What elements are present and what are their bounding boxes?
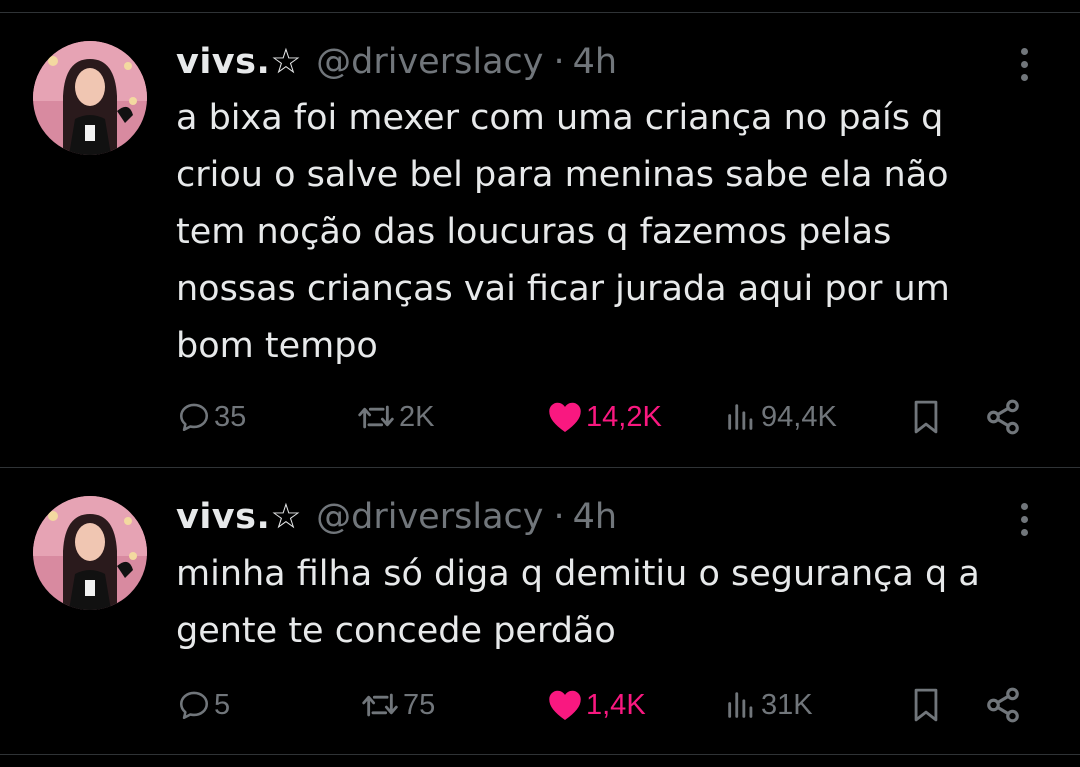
display-name[interactable]: vivs.☆ (176, 42, 302, 82)
tweet-text: minha filha só diga q demitiu o seguranç… (176, 554, 980, 651)
views-button[interactable]: 31K (724, 680, 813, 730)
retweet-count: 2K (399, 400, 435, 433)
heart-icon (549, 402, 581, 432)
separator-dot: · (553, 42, 565, 82)
like-count: 14,2K (586, 400, 662, 433)
retweet-icon (358, 405, 394, 429)
action-bar: 5 75 1,4K 31K (0, 680, 1080, 730)
views-button[interactable]: 94,4K (724, 392, 837, 442)
bookmark-icon (914, 400, 938, 434)
views-count: 94,4K (761, 400, 837, 433)
share-button[interactable] (984, 680, 1022, 730)
heart-icon (549, 690, 581, 720)
tweet-divider (0, 467, 1080, 468)
avatar[interactable] (33, 41, 147, 155)
views-icon (728, 692, 753, 718)
views-count: 31K (761, 688, 813, 721)
reply-count: 35 (214, 400, 247, 433)
like-count: 1,4K (586, 688, 646, 721)
bookmark-button[interactable] (909, 680, 943, 730)
bookmark-button[interactable] (909, 392, 943, 442)
user-handle[interactable]: @driverslacy (316, 42, 543, 82)
reply-button[interactable]: 5 (177, 680, 230, 730)
like-button[interactable]: 1,4K (547, 680, 646, 730)
more-dots-icon[interactable] (1006, 42, 1042, 86)
bookmark-icon (914, 688, 938, 722)
tweet-header: vivs.☆ @driverslacy · 4h (176, 40, 617, 84)
display-name[interactable]: vivs.☆ (176, 497, 302, 537)
timestamp[interactable]: 4h (573, 497, 617, 537)
share-icon (987, 399, 1019, 435)
views-icon (728, 404, 753, 430)
action-bar: 35 2K 14,2K 94,4K (0, 392, 1080, 442)
reply-button[interactable]: 35 (177, 392, 246, 442)
reply-count: 5 (214, 688, 231, 721)
tweet-text: a bixa foi mexer com uma criança no país… (176, 98, 950, 366)
avatar[interactable] (33, 496, 147, 610)
like-button[interactable]: 14,2K (547, 392, 662, 442)
reply-icon (179, 691, 209, 720)
more-dots-icon[interactable] (1006, 497, 1042, 541)
separator-dot: · (553, 497, 565, 537)
reply-icon (179, 403, 209, 432)
top-divider (0, 12, 1080, 13)
retweet-icon (362, 693, 398, 717)
timestamp[interactable]: 4h (573, 42, 617, 82)
share-icon (987, 687, 1019, 723)
retweet-button[interactable]: 2K (356, 392, 434, 442)
share-button[interactable] (984, 392, 1022, 442)
bottom-divider (0, 754, 1080, 755)
retweet-count: 75 (403, 688, 436, 721)
tweet-header: vivs.☆ @driverslacy · 4h (176, 495, 617, 539)
retweet-button[interactable]: 75 (360, 680, 435, 730)
user-handle[interactable]: @driverslacy (316, 497, 543, 537)
